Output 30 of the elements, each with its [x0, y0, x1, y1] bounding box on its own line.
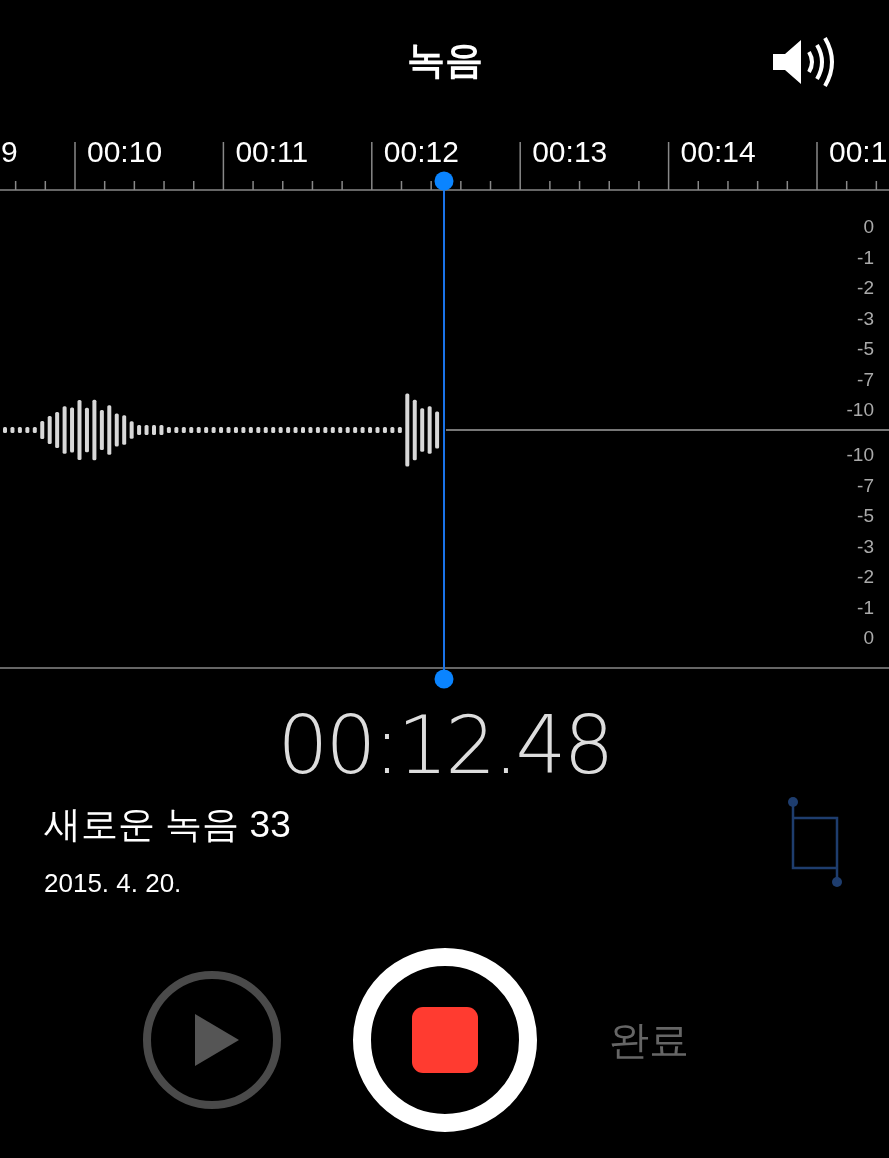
db-label: -7: [857, 474, 874, 496]
screen-title: 녹음: [406, 37, 483, 83]
time-label: 00:10: [87, 135, 163, 168]
time-label: 00:14: [680, 135, 756, 168]
recording-name[interactable]: 새로운 녹음 33: [44, 800, 291, 850]
play-button[interactable]: [142, 971, 281, 1109]
time-label: 00:13: [532, 135, 608, 168]
time-label: 00:12: [383, 135, 459, 168]
db-label: -10: [846, 444, 874, 465]
db-label: 0: [863, 627, 874, 648]
play-icon: [194, 1014, 239, 1066]
db-label: 0: [863, 216, 874, 237]
time-label: 9: [1, 135, 18, 168]
db-label: -10: [846, 399, 874, 420]
time-label: 00:1: [829, 135, 888, 168]
db-label: -3: [857, 307, 874, 329]
db-label: -1: [857, 246, 874, 268]
db-label: -5: [857, 338, 874, 359]
db-label: -2: [857, 277, 874, 298]
done-button[interactable]: 완료: [608, 1012, 689, 1068]
elapsed-time: 00:12.48: [277, 698, 612, 792]
db-label: -2: [857, 566, 874, 587]
time-label: 00:11: [235, 135, 309, 168]
db-label: -3: [857, 535, 874, 557]
stop-icon: [411, 1007, 478, 1073]
playhead[interactable]: [434, 171, 454, 689]
db-label: -7: [857, 368, 874, 390]
db-label: -1: [857, 596, 874, 618]
recording-date: 2015. 4. 20.: [44, 868, 183, 899]
db-label: -5: [857, 505, 874, 526]
